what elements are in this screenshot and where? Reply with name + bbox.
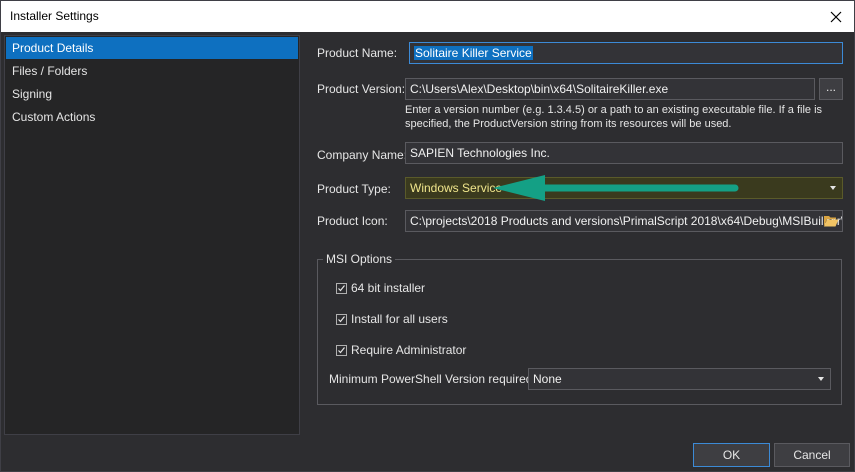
checkbox-label: Require Administrator [351,343,467,357]
checkbox-box[interactable] [336,344,347,356]
checkbox-require-admin[interactable]: Require Administrator [336,343,466,357]
checkbox-label: 64 bit installer [351,281,426,295]
product-name-label: Product Name: [317,46,398,60]
company-name-label: Company Name: [317,148,408,162]
product-icon-input[interactable]: C:\projects\2018 Products and versions\P… [405,210,843,232]
checkbox-install-all-users[interactable]: Install for all users [336,312,448,326]
product-version-input[interactable]: C:\Users\Alex\Desktop\bin\x64\SolitaireK… [405,78,815,100]
checkbox-box[interactable] [336,282,347,294]
product-version-label: Product Version: [317,82,406,96]
sidebar-item-custom-actions[interactable]: Custom Actions [6,106,298,128]
check-icon [338,346,345,353]
sidebar-item-files-folders[interactable]: Files / Folders [6,60,298,82]
min-powershell-label: Minimum PowerShell Version required: [329,372,536,386]
min-powershell-select[interactable]: None [528,368,831,390]
settings-sidebar: Product Details Files / Folders Signing … [4,35,300,435]
installer-settings-dialog: Installer Settings Product Details Files… [0,0,855,472]
window-title: Installer Settings [10,9,99,23]
min-powershell-value: None [533,372,562,386]
close-button[interactable] [818,1,854,32]
title-bar: Installer Settings [1,1,854,32]
product-name-input[interactable]: Solitaire Killer Service [409,42,843,64]
checkbox-label: Install for all users [351,312,448,326]
sidebar-item-signing[interactable]: Signing [6,83,298,105]
chevron-down-icon [818,377,824,381]
ok-button[interactable]: OK [693,443,770,467]
msi-options-group: MSI Options 64 bit installer Install for… [317,252,842,405]
product-name-value: Solitaire Killer Service [414,46,533,60]
msi-options-legend: MSI Options [323,252,396,266]
check-icon [338,284,345,291]
product-type-select[interactable]: Windows Service [405,177,843,199]
check-icon [338,315,345,322]
company-name-input[interactable]: SAPIEN Technologies Inc. [405,142,843,164]
product-icon-value: C:\projects\2018 Products and versions\P… [410,214,843,228]
product-details-panel: Product Name: Solitaire Killer Service P… [305,35,850,435]
checkbox-64bit-installer[interactable]: 64 bit installer [336,281,425,295]
folder-open-icon[interactable] [823,214,839,228]
sidebar-item-product-details[interactable]: Product Details [6,37,298,59]
product-type-label: Product Type: [317,182,391,196]
product-version-hint: Enter a version number (e.g. 1.3.4.5) or… [405,104,823,130]
checkbox-box[interactable] [336,313,347,325]
product-type-value: Windows Service [410,181,503,195]
cancel-button[interactable]: Cancel [774,443,850,467]
product-version-browse-button[interactable]: ... [819,78,843,100]
product-icon-label: Product Icon: [317,214,388,228]
chevron-down-icon [830,186,836,190]
close-icon [830,11,842,22]
